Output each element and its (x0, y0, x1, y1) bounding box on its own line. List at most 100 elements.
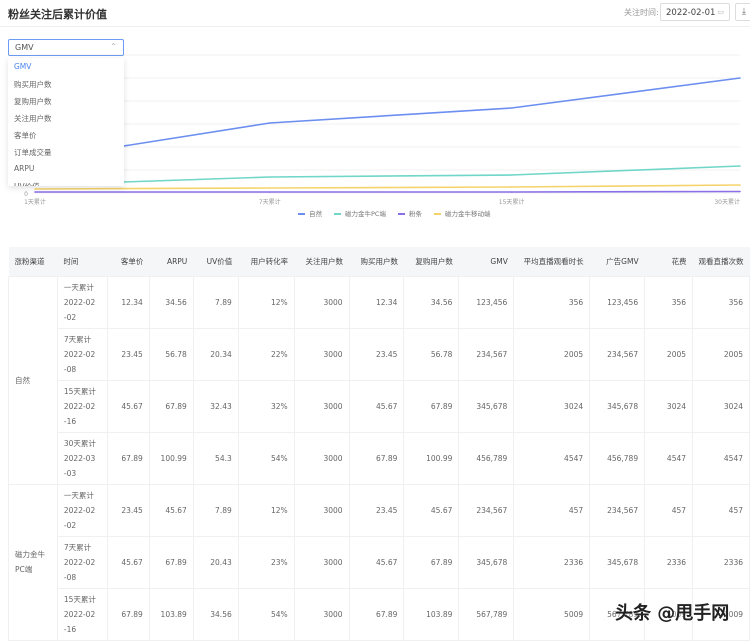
period-cell: 7天累计 2022-02-08 (56, 535, 108, 589)
table-cell: 54% (237, 587, 295, 641)
data-point (739, 184, 741, 186)
legend-swatch (397, 213, 405, 215)
table-cell: 345,678 (458, 379, 515, 433)
table-cell: 12.34 (106, 275, 150, 329)
legend-item[interactable]: 磁力金牛PC端 (334, 208, 386, 218)
table-cell: 234,567 (589, 483, 646, 537)
dropdown-option[interactable]: GMV (8, 58, 124, 75)
dropdown-option[interactable]: 关注用户数 (8, 109, 124, 126)
x-tick-label: 1天累计 (24, 198, 46, 206)
channel-cell: 磁力金牛PC端 (8, 483, 58, 641)
period-date: 2022-02-08 (63, 557, 96, 582)
table-cell: 12.34 (348, 275, 405, 329)
table-cell: 67.89 (348, 431, 405, 485)
table-cell: 2005 (644, 327, 694, 381)
table-cell: 3024 (513, 379, 591, 433)
date-label: 关注时间: (624, 8, 659, 17)
table-cell: 345,678 (589, 379, 646, 433)
dropdown-option[interactable]: 订单成交量 (8, 143, 124, 160)
dropdown-option[interactable]: 购买用户数 (8, 75, 124, 92)
period-label: 7天累计 (63, 542, 92, 552)
legend-item[interactable]: 磁力金牛移动端 (433, 208, 490, 218)
table-cell: 345,678 (589, 535, 646, 589)
table-row: 7天累计 2022-02-08 23.45 56.78 20.34 22% 3000 23.4… (9, 327, 750, 381)
legend-item[interactable]: 自然 (298, 208, 322, 218)
table-cell: 23% (237, 535, 295, 589)
table-cell: 34.56 (403, 275, 460, 329)
table-cell: 45.67 (348, 535, 405, 589)
date-value: 2022-02-01 (666, 8, 716, 18)
metric-select[interactable]: GMV ⌃ (8, 39, 124, 56)
date-picker[interactable]: 2022-02-01 ▭ (660, 3, 730, 21)
table-cell: 67.89 (148, 379, 194, 433)
period-date: 2022-02-16 (63, 401, 96, 426)
table-cell: 3000 (293, 431, 350, 485)
period-date: 2022-03-03 (63, 453, 96, 478)
table-cell: 67.89 (348, 587, 405, 641)
y-tick-label: 0 (24, 191, 28, 198)
table-cell: 12% (237, 483, 295, 537)
table-cell: 103.89 (148, 587, 194, 641)
dropdown-option[interactable]: ARPU (8, 160, 124, 177)
data-point (268, 187, 271, 189)
table-cell: 4547 (692, 431, 750, 485)
data-point (510, 107, 513, 109)
series-line (34, 184, 741, 190)
download-button[interactable]: ⤓ (735, 3, 750, 21)
table-cell: 56.78 (148, 327, 194, 381)
table-cell: 20.43 (192, 535, 239, 589)
legend-label: 磁力金牛PC端 (345, 210, 386, 218)
table-cell: 23.45 (348, 327, 405, 381)
dropdown-option[interactable]: 复购用户数 (8, 92, 124, 109)
table-cell: 2005 (513, 327, 591, 381)
column-header: 关注用户数 (294, 247, 350, 276)
column-header: 观看直播次数 (692, 247, 750, 276)
dropdown-option[interactable]: UV价值 (8, 177, 124, 186)
data-point (739, 77, 741, 79)
data-table: 涨粉渠道 时间 客单价 ARPU UV价值 用户转化率 关注用户数 购买用户数 复购用户数 GMV… (8, 247, 750, 641)
table-cell: 32% (237, 379, 295, 433)
period-label: 15天累计 (63, 386, 96, 396)
column-header: 客单价 (107, 247, 150, 276)
table-cell: 3000 (293, 483, 350, 537)
period-date: 2022-02-08 (63, 349, 96, 374)
table-cell: 56.78 (403, 327, 460, 381)
table-cell: 23.45 (106, 327, 150, 381)
period-cell: 一天累计 2022-02-02 (56, 275, 108, 329)
table-cell: 100.99 (403, 431, 460, 485)
table-cell: 457 (644, 483, 694, 537)
table-cell: 123,456 (589, 275, 646, 329)
table-cell: 23.45 (106, 483, 150, 537)
legend-swatch (298, 213, 305, 215)
legend-item[interactable]: 粉条 (397, 208, 422, 218)
table-cell: 54.3 (192, 431, 239, 485)
table-cell: 67.89 (148, 535, 194, 589)
period-label: 一天累计 (63, 282, 94, 292)
channel-cell: 自然 (8, 275, 58, 485)
data-point (739, 190, 741, 193)
data-point (34, 188, 36, 190)
table-cell: 45.67 (106, 535, 150, 589)
data-point (510, 191, 513, 193)
table-cell: 23.45 (348, 483, 405, 537)
table-cell: 356 (692, 275, 750, 329)
table-cell: 22% (237, 327, 295, 381)
table-cell: 7.89 (192, 275, 239, 329)
table-cell: 3000 (293, 275, 350, 329)
table-cell: 67.89 (106, 431, 150, 485)
legend-label: 自然 (309, 210, 322, 218)
column-header: 广告GMV (589, 247, 645, 276)
table-cell: 45.67 (106, 379, 150, 433)
table-cell: 3000 (293, 379, 350, 433)
chart-legend: 自然 磁力金牛PC端 粉条 磁力金牛移动端 (298, 208, 490, 218)
period-label: 30天累计 (63, 438, 96, 448)
period-label: 15天累计 (63, 594, 96, 604)
table-header-row: 涨粉渠道 时间 客单价 ARPU UV价值 用户转化率 关注用户数 购买用户数 复购用户数 GMV… (8, 247, 750, 276)
column-header: 购买用户数 (349, 247, 404, 276)
table-cell: 103.89 (403, 587, 460, 641)
dropdown-option[interactable]: 客单价 (8, 126, 124, 143)
period-cell: 一天累计 2022-02-02 (56, 483, 108, 537)
legend-label: 粉条 (408, 210, 422, 218)
period-date: 2022-02-02 (63, 505, 96, 530)
metric-dropdown-menu: GMV购买用户数复购用户数关注用户数客单价订单成交量ARPUUV价值 (8, 58, 124, 186)
